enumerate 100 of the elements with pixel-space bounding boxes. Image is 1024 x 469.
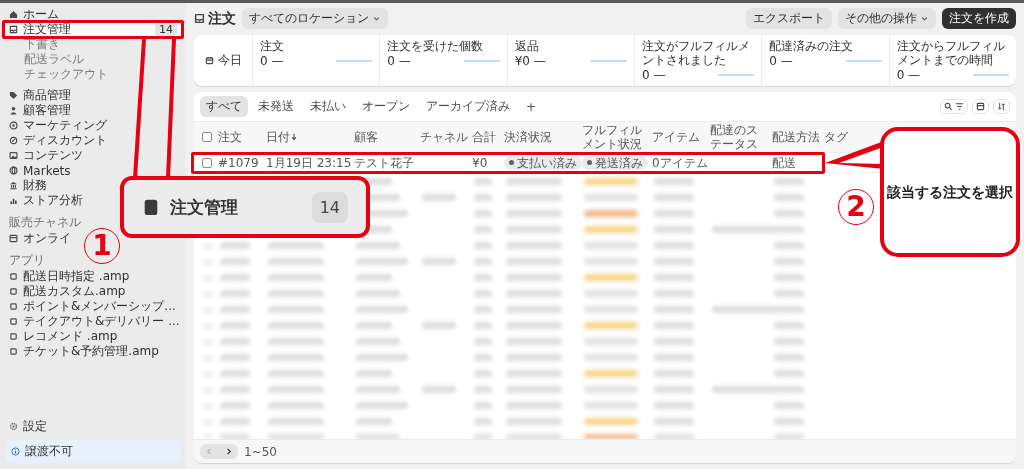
export-button[interactable]: エクスポート: [746, 8, 832, 29]
calendar-icon: [204, 56, 214, 65]
sidebar-item[interactable]: チケット&予約管理.amp: [5, 344, 163, 359]
metric-value: 0 —: [769, 54, 793, 68]
column-header[interactable]: 配送方法: [770, 128, 822, 146]
fulfillment-status-badge: 発送済み: [582, 155, 648, 170]
discount-icon: [9, 136, 18, 145]
inbox-icon: [142, 198, 160, 216]
sparkline: [718, 73, 755, 77]
chevron-down-icon: [920, 14, 929, 23]
person-icon: [9, 106, 18, 115]
sidebar-item[interactable]: マーケティング: [5, 118, 111, 133]
sidebar-item[interactable]: オンライ: [5, 231, 75, 246]
period-selector[interactable]: 今日: [194, 35, 253, 86]
section-heading: 販売チャネル: [8, 215, 82, 230]
column-header[interactable]: アイテム: [650, 128, 708, 146]
column-header[interactable]: 合計: [470, 128, 502, 146]
column-header[interactable]: 日付: [264, 128, 352, 146]
table-cell: 0アイテム: [652, 155, 708, 170]
inbox-icon: [194, 13, 205, 24]
sparkline: [336, 59, 373, 63]
sidebar-item[interactable]: コンテンツ: [5, 148, 87, 163]
sidebar-item[interactable]: 財務: [5, 178, 51, 193]
more-actions-button[interactable]: その他の操作: [838, 8, 936, 29]
sort-down-icon: [290, 133, 298, 141]
callout-label: 注文管理: [170, 195, 239, 219]
sort-button[interactable]: [993, 99, 1010, 114]
sidebar-item[interactable]: 配送ラベル: [5, 52, 88, 67]
filter-icon: [955, 102, 964, 111]
metric-label: 注文がフルフィルメントされました: [642, 39, 751, 67]
sidebar-item[interactable]: ストア分析: [5, 193, 87, 208]
filter-tab[interactable]: 未発送: [252, 96, 300, 117]
count-badge: 14: [311, 191, 348, 223]
columns-button[interactable]: [972, 99, 989, 114]
metric-value: 0 —: [260, 54, 284, 68]
page-range: 1~50: [244, 444, 277, 459]
order-number[interactable]: #1079: [218, 155, 259, 170]
sidebar-item[interactable]: テイクアウト&デリバリー ...: [5, 314, 184, 329]
metric-value: 0 —: [387, 54, 411, 68]
table-cell: 1月19日 23:15: [266, 155, 352, 170]
column-header[interactable]: タグ: [822, 128, 852, 146]
filter-tab[interactable]: アーカイブ済み: [420, 96, 516, 117]
sort-arrows-icon: [997, 102, 1006, 111]
section-heading: アプリ: [8, 253, 46, 268]
column-header[interactable]: フルフィルメント状況: [580, 122, 650, 152]
sidebar-item[interactable]: Markets: [5, 163, 75, 178]
column-header[interactable]: 配達のステータス: [708, 122, 770, 152]
metric-label: 注文: [260, 39, 285, 53]
column-header[interactable]: チャネル: [418, 128, 470, 146]
settings-item[interactable]: 設定: [5, 419, 51, 434]
sidebar-item[interactable]: ディスカウント: [5, 133, 111, 148]
table-cell: 配送: [772, 155, 796, 170]
sidebar-item[interactable]: 配送日時指定 .amp: [5, 269, 134, 284]
create-order-button[interactable]: 注文を作成: [942, 8, 1016, 29]
table-cell: ¥0: [472, 155, 488, 170]
payment-status-badge: 支払い済み: [504, 155, 582, 170]
callout-text: 該当する注文を選択: [887, 183, 1013, 202]
filter-tab[interactable]: すべて: [200, 96, 248, 117]
globe-icon: [9, 166, 18, 175]
metric-value: ¥0 —: [514, 54, 546, 68]
column-header[interactable]: 顧客: [352, 128, 418, 146]
sidebar-item[interactable]: レコメンド .amp: [5, 329, 122, 344]
location-dropdown[interactable]: すべてのロケーション: [242, 8, 388, 29]
tag-icon: [9, 91, 18, 100]
sparkline: [591, 59, 627, 63]
chevron-right-icon: [224, 447, 233, 456]
house-icon: [9, 10, 18, 19]
sidebar-item[interactable]: 下書き: [5, 37, 64, 52]
chevron-left-icon: [205, 447, 214, 456]
metric-label: 配達済みの注文: [769, 39, 855, 53]
sidebar-item[interactable]: ホーム: [5, 7, 63, 22]
target-icon: [9, 121, 18, 130]
column-header[interactable]: 決済状況: [502, 128, 580, 146]
sidebar-item[interactable]: ポイント&メンバーシップ...: [5, 299, 180, 314]
metric-label: 返品: [514, 39, 540, 53]
sparkline: [845, 59, 882, 63]
table-cell: テスト花子: [354, 155, 414, 170]
bank-icon: [9, 181, 18, 190]
sidebar-item[interactable]: 商品管理: [5, 88, 75, 103]
search-icon: [944, 102, 953, 111]
column-header[interactable]: 注文: [216, 128, 264, 146]
info-icon: [11, 447, 20, 456]
add-tab-button[interactable]: +: [520, 97, 543, 116]
metric-label: 注文を受けた個数: [387, 39, 485, 53]
search-filter-button[interactable]: [940, 99, 968, 114]
sidebar-item[interactable]: 顧客管理: [5, 103, 75, 118]
filter-tab[interactable]: 未払い: [304, 96, 352, 117]
inbox-icon: [9, 25, 18, 34]
row-checkbox[interactable]: [202, 157, 212, 168]
sidebar-item[interactable]: チェックアウト: [5, 67, 112, 82]
sidebar-item[interactable]: 配送カスタム.amp: [5, 284, 130, 299]
metric-label: 注文からフルフィルメントまでの時間: [896, 39, 1006, 67]
page-title: 注文: [208, 9, 236, 28]
select-all-checkbox[interactable]: [202, 132, 212, 142]
chevron-down-icon: [372, 14, 381, 23]
image-icon: [9, 151, 18, 160]
columns-icon: [976, 102, 985, 111]
gear-icon: [9, 422, 18, 431]
sparkline: [972, 73, 1009, 77]
filter-tab[interactable]: オープン: [356, 96, 416, 117]
